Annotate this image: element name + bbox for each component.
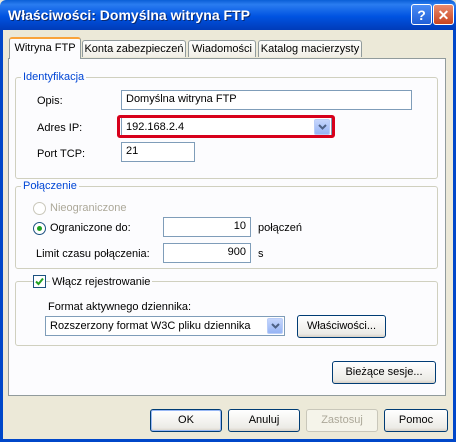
enable-logging-checkbox[interactable] [33, 275, 46, 288]
seconds-unit-label: s [258, 248, 264, 260]
limited-label: Ograniczone do: [50, 222, 131, 234]
ok-button[interactable]: OK [150, 409, 222, 432]
log-format-value: Rozszerzony format W3C pliku dziennika [50, 320, 251, 332]
ip-highlight-box [117, 115, 335, 138]
cancel-button[interactable]: Anuluj [228, 409, 300, 432]
log-format-label: Format aktywnego dziennika: [48, 301, 192, 313]
timeout-input[interactable]: 900 [163, 243, 251, 263]
tcp-port-label: Port TCP: [37, 148, 86, 160]
description-input[interactable]: Domyślna witryna FTP [121, 90, 412, 110]
unlimited-label: Nieograniczone [50, 202, 127, 214]
unlimited-radio[interactable] [33, 202, 46, 215]
connection-legend: Połączenie [21, 180, 79, 192]
max-connections-input[interactable]: 10 [163, 217, 251, 237]
enable-logging-label: Włącz rejestrowanie [50, 276, 153, 288]
log-format-combo[interactable]: Rozszerzony format W3C pliku dziennika [45, 316, 285, 336]
apply-button[interactable]: Zastosuj [306, 409, 378, 432]
radio-selected-dot [37, 226, 42, 231]
identification-legend: Identyfikacja [21, 71, 87, 83]
timeout-label: Limit czasu połączenia: [36, 248, 150, 260]
chevron-down-icon[interactable] [267, 318, 283, 334]
checkmark-icon [35, 277, 44, 286]
help-button[interactable]: Pomoc [384, 409, 448, 432]
ip-address-label: Adres IP: [37, 122, 83, 134]
tcp-port-input[interactable]: 21 [121, 142, 195, 162]
connections-unit-label: połączeń [258, 222, 303, 234]
current-sessions-button[interactable]: Bieżące sesje... [332, 361, 436, 384]
limited-radio[interactable] [33, 222, 46, 235]
log-properties-button[interactable]: Właściwości... [297, 315, 386, 338]
description-label: Opis: [37, 95, 63, 107]
